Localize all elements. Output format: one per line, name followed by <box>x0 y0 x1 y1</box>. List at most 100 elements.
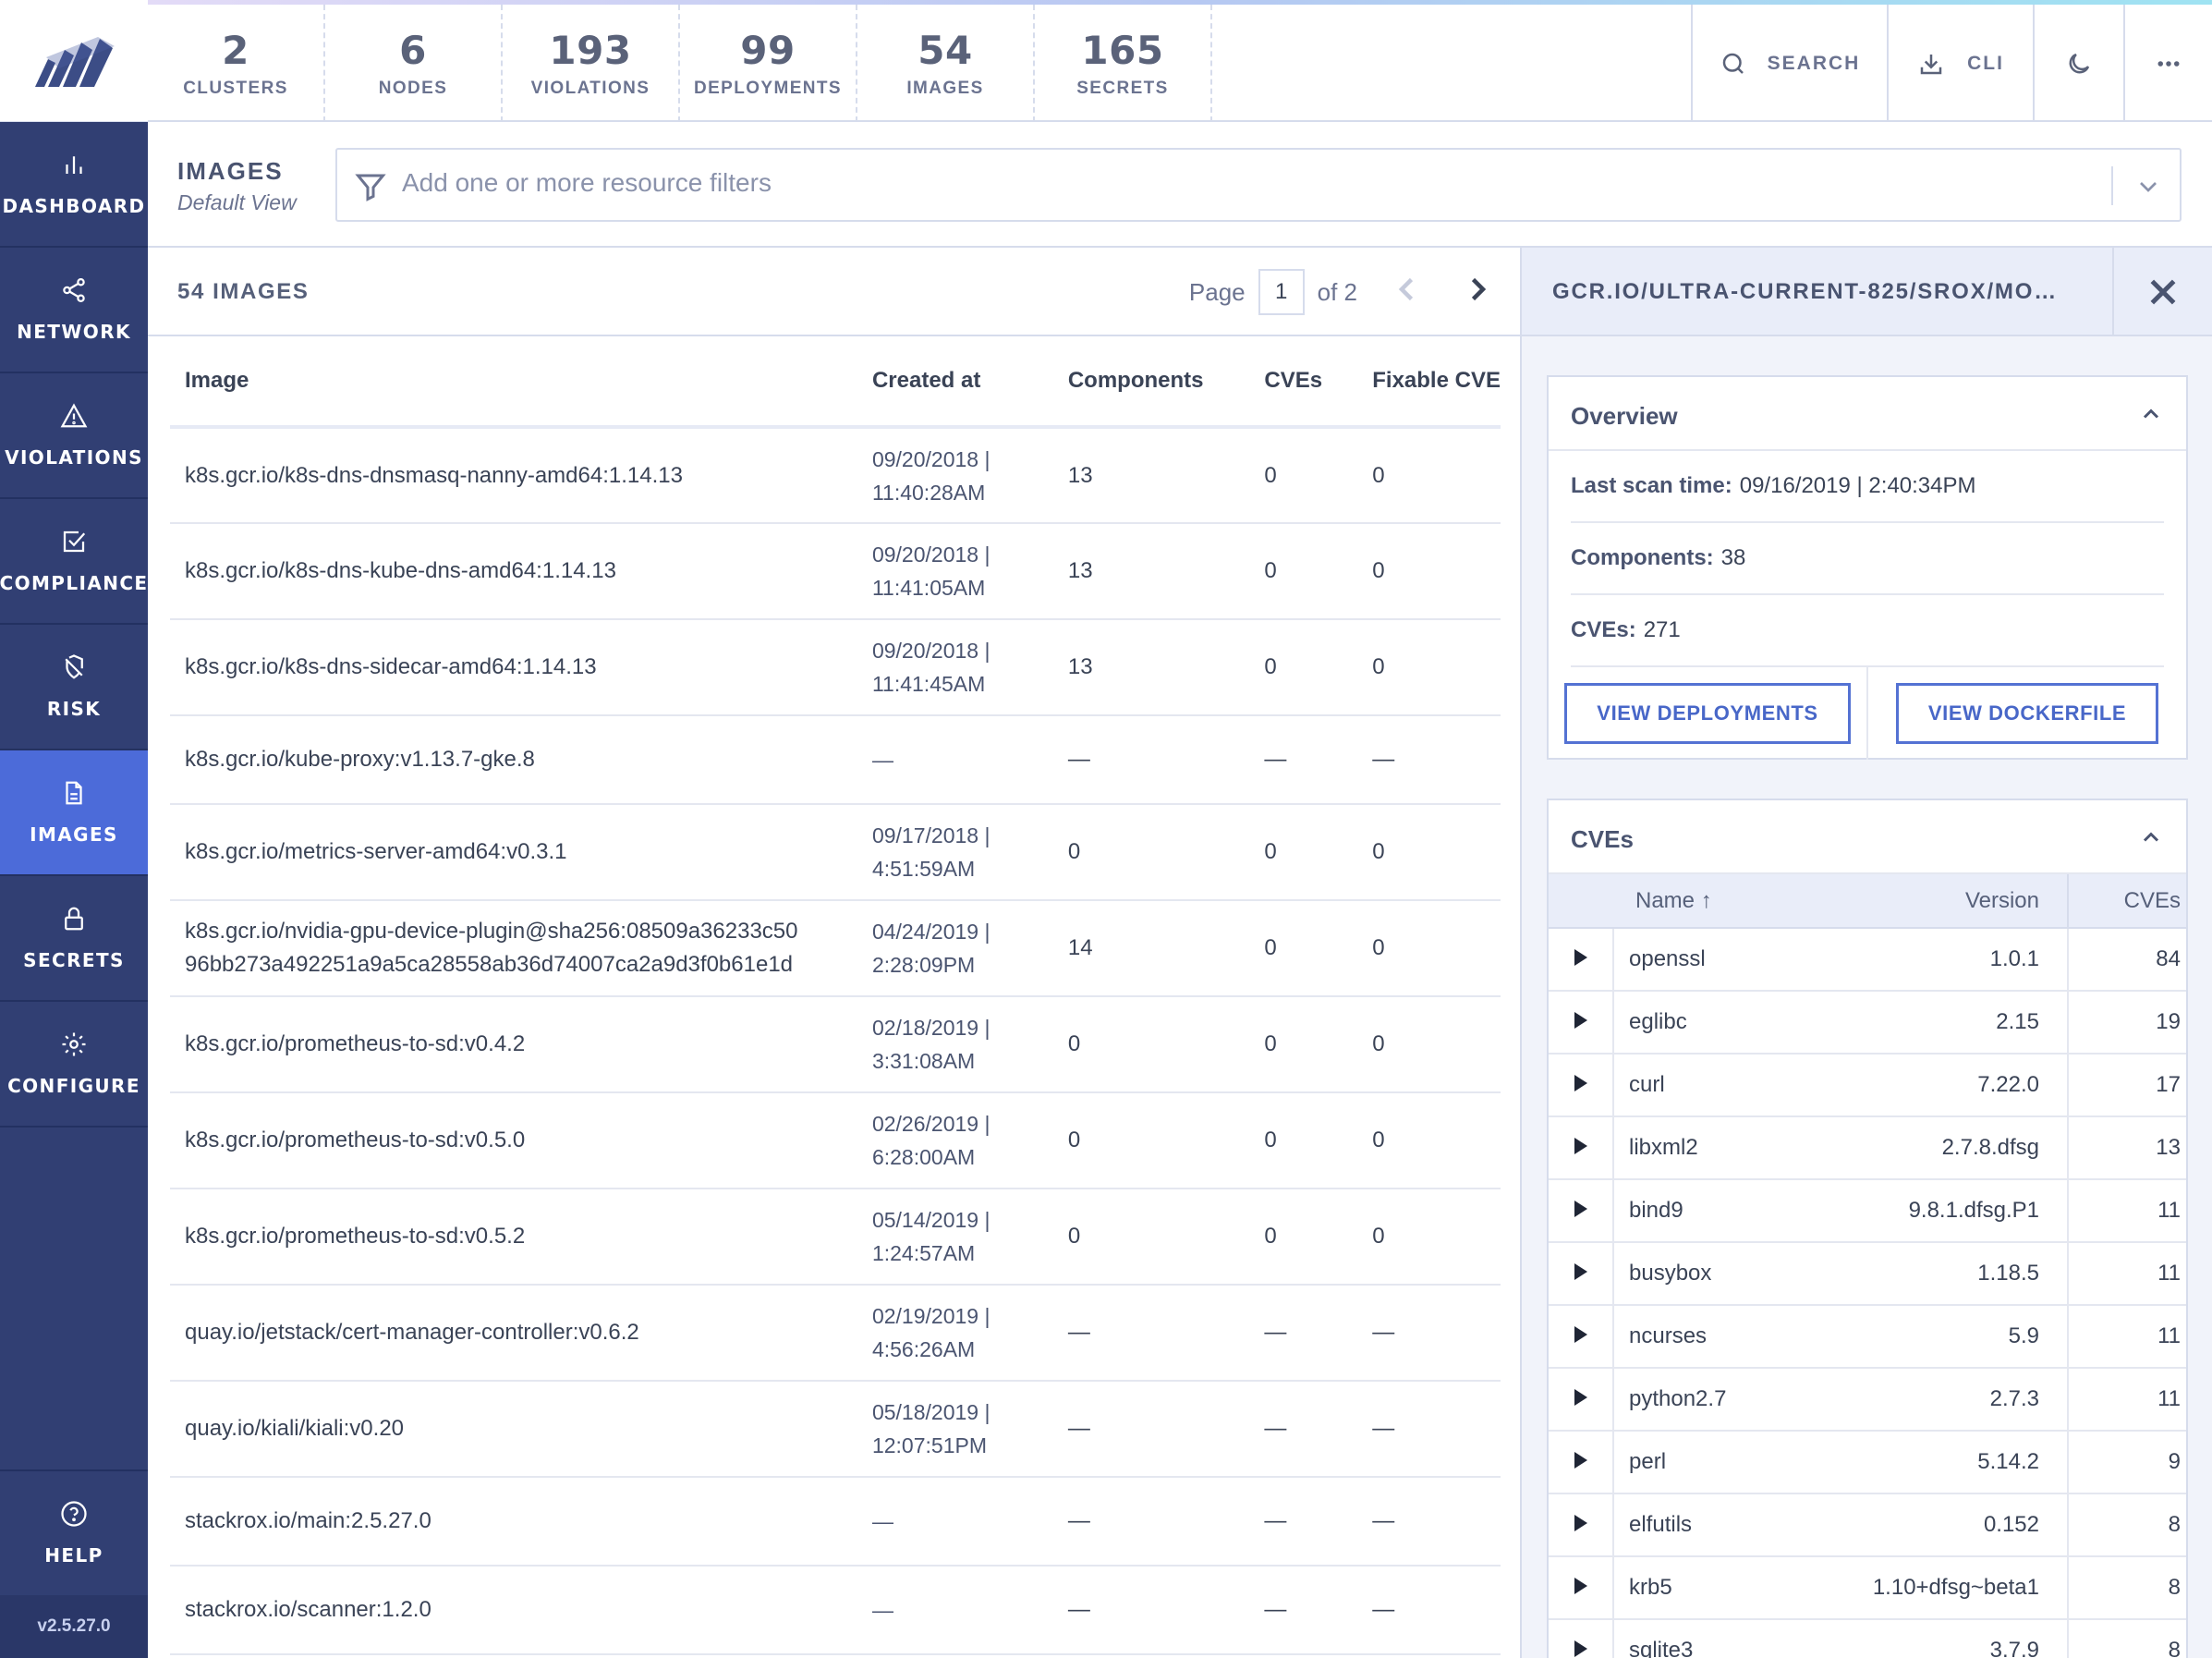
component-row[interactable]: busybox1.18.511 <box>1549 1242 2186 1305</box>
table-row[interactable]: k8s.gcr.io/nvidia-gpu-device-plugin@sha2… <box>170 900 1501 996</box>
stackrox-logo[interactable] <box>0 0 148 122</box>
cves-value: 271 <box>1644 617 1681 643</box>
prev-page-button[interactable] <box>1391 273 1424 312</box>
expand-cell[interactable] <box>1549 991 1613 1054</box>
close-panel-button[interactable] <box>2112 248 2212 336</box>
component-name: krb5 <box>1613 1556 1781 1619</box>
nav-item-network[interactable]: NETWORK <box>0 248 148 373</box>
expand-cell[interactable] <box>1549 1179 1613 1242</box>
theme-toggle-button[interactable] <box>2033 5 2123 122</box>
expand-cell[interactable] <box>1549 1431 1613 1493</box>
table-row[interactable]: k8s.gcr.io/kube-proxy:v1.13.7-gke.8———— <box>170 715 1501 804</box>
cli-download-button[interactable]: CLI <box>1887 5 2033 122</box>
image-name: k8s.gcr.io/prometheus-to-sd:v0.5.2 <box>185 1224 525 1249</box>
summary-nodes[interactable]: 6NODES <box>325 5 503 122</box>
table-row[interactable]: k8s.gcr.io/k8s-dns-dnsmasq-nanny-amd64:1… <box>170 427 1501 523</box>
cve-table-header: Name ↑ Version CVEs <box>1549 874 2186 928</box>
view-deployments-button[interactable]: VIEW DEPLOYMENTS <box>1564 683 1850 744</box>
created-date: — <box>872 1509 893 1533</box>
col-image[interactable]: Image <box>170 336 857 427</box>
created-cell: 02/26/2019 |6:28:00AM <box>857 1092 1053 1189</box>
component-row[interactable]: elfutils0.1528 <box>1549 1493 2186 1556</box>
nav-item-compliance[interactable]: COMPLIANCE <box>0 499 148 625</box>
component-row[interactable]: libxml22.7.8.dfsg13 <box>1549 1116 2186 1179</box>
next-page-button[interactable] <box>1461 273 1494 312</box>
cves-row: CVEs: 271 <box>1571 595 2164 667</box>
col-components[interactable]: Components <box>1053 336 1250 427</box>
component-version: 2.7.8.dfsg <box>1781 1116 2068 1179</box>
component-version: 7.22.0 <box>1781 1054 2068 1116</box>
page-subtitle: Default View <box>177 190 297 215</box>
nav-item-dashboard[interactable]: DASHBOARD <box>0 122 148 248</box>
table-row[interactable]: quay.io/jetstack/cert-manager-controller… <box>170 1285 1501 1381</box>
expand-cell[interactable] <box>1549 1116 1613 1179</box>
image-cell: stackrox.io/main:2.5.27.0 <box>170 1477 857 1566</box>
component-row[interactable]: openssl1.0.184 <box>1549 928 2186 991</box>
images-table: Image Created at Components CVEs Fixable… <box>170 336 1501 1655</box>
summary-secrets[interactable]: 165SECRETS <box>1035 5 1212 122</box>
component-row[interactable]: perl5.14.29 <box>1549 1431 2186 1493</box>
table-row[interactable]: k8s.gcr.io/prometheus-to-sd:v0.5.002/26/… <box>170 1092 1501 1189</box>
table-row[interactable]: quay.io/kiali/kiali:v0.2005/18/2019 |12:… <box>170 1381 1501 1477</box>
expand-cell[interactable] <box>1549 1242 1613 1305</box>
component-row[interactable]: krb51.10+dfsg~beta18 <box>1549 1556 2186 1619</box>
col-created-at[interactable]: Created at <box>857 336 1053 427</box>
page-of-label: of 2 <box>1318 278 1357 307</box>
expand-triangle-icon <box>1574 1012 1587 1029</box>
view-dockerfile-button[interactable]: VIEW DOCKERFILE <box>1896 683 2158 744</box>
component-row[interactable]: sqlite33.7.98 <box>1549 1619 2186 1658</box>
summary-violations[interactable]: 193VIOLATIONS <box>503 5 680 122</box>
nav-item-risk[interactable]: RISK <box>0 625 148 750</box>
nav-item-secrets[interactable]: SECRETS <box>0 876 148 1002</box>
component-row[interactable]: curl7.22.017 <box>1549 1054 2186 1116</box>
component-row[interactable]: eglibc2.1519 <box>1549 991 2186 1054</box>
overview-header[interactable]: Overview <box>1549 377 2186 451</box>
components-cell: 0 <box>1053 804 1250 900</box>
table-row[interactable]: k8s.gcr.io/k8s-dns-sidecar-amd64:1.14.13… <box>170 619 1501 715</box>
resource-filter[interactable] <box>335 148 2182 222</box>
image-name: k8s.gcr.io/k8s-dns-dnsmasq-nanny-amd64:1… <box>185 463 683 488</box>
col-version[interactable]: Version <box>1781 874 2068 928</box>
component-row[interactable]: bind99.8.1.dfsg.P111 <box>1549 1179 2186 1242</box>
nav-label: SECRETS <box>23 949 125 971</box>
table-row[interactable]: k8s.gcr.io/metrics-server-amd64:v0.3.109… <box>170 804 1501 900</box>
nav-item-configure[interactable]: CONFIGURE <box>0 1002 148 1128</box>
table-row[interactable]: k8s.gcr.io/prometheus-to-sd:v0.4.202/18/… <box>170 996 1501 1092</box>
expand-cell[interactable] <box>1549 1493 1613 1556</box>
table-row[interactable]: k8s.gcr.io/prometheus-to-sd:v0.5.205/14/… <box>170 1189 1501 1285</box>
expand-triangle-icon <box>1574 1075 1587 1091</box>
page-input[interactable]: 1 <box>1258 269 1305 315</box>
component-name: libxml2 <box>1613 1116 1781 1179</box>
nav-item-images[interactable]: IMAGES <box>0 750 148 876</box>
cves-card-header[interactable]: CVEs <box>1549 800 2186 874</box>
col-component-cves[interactable]: CVEs <box>2068 874 2186 928</box>
expand-cell[interactable] <box>1549 1305 1613 1368</box>
component-row[interactable]: ncurses5.911 <box>1549 1305 2186 1368</box>
chevron-down-icon[interactable] <box>2133 172 2163 201</box>
expand-cell[interactable] <box>1549 1368 1613 1431</box>
nav-item-violations[interactable]: VIOLATIONS <box>0 373 148 499</box>
col-name[interactable]: Name ↑ <box>1613 874 1781 928</box>
expand-cell[interactable] <box>1549 928 1613 991</box>
summary-clusters[interactable]: 2CLUSTERS <box>148 5 325 122</box>
table-row[interactable]: stackrox.io/scanner:1.2.0———— <box>170 1566 1501 1654</box>
col-cves[interactable]: CVEs <box>1249 336 1357 427</box>
col-fixable-cves[interactable]: Fixable CVE <box>1357 336 1501 427</box>
table-row[interactable]: k8s.gcr.io/k8s-dns-kube-dns-amd64:1.14.1… <box>170 523 1501 619</box>
expand-cell[interactable] <box>1549 1556 1613 1619</box>
images-table-header: Image Created at Components CVEs Fixable… <box>170 336 1501 427</box>
search-button[interactable]: SEARCH <box>1691 5 1887 122</box>
table-row[interactable]: stackrox.io/main:2.5.27.0———— <box>170 1477 1501 1566</box>
filter-input[interactable] <box>402 168 1880 198</box>
components-label: Components: <box>1571 545 1714 571</box>
summary-images[interactable]: 54IMAGES <box>857 5 1035 122</box>
expand-cell[interactable] <box>1549 1054 1613 1116</box>
image-count: 54 IMAGES <box>177 279 309 305</box>
expand-cell[interactable] <box>1549 1619 1613 1658</box>
summary-deployments[interactable]: 99DEPLOYMENTS <box>680 5 857 122</box>
nav-help[interactable]: HELP <box>0 1469 148 1595</box>
more-menu-button[interactable] <box>2123 5 2212 122</box>
image-cell: k8s.gcr.io/prometheus-to-sd:v0.5.0 <box>170 1092 857 1189</box>
overview-title: Overview <box>1571 402 1678 431</box>
component-row[interactable]: python2.72.7.311 <box>1549 1368 2186 1431</box>
